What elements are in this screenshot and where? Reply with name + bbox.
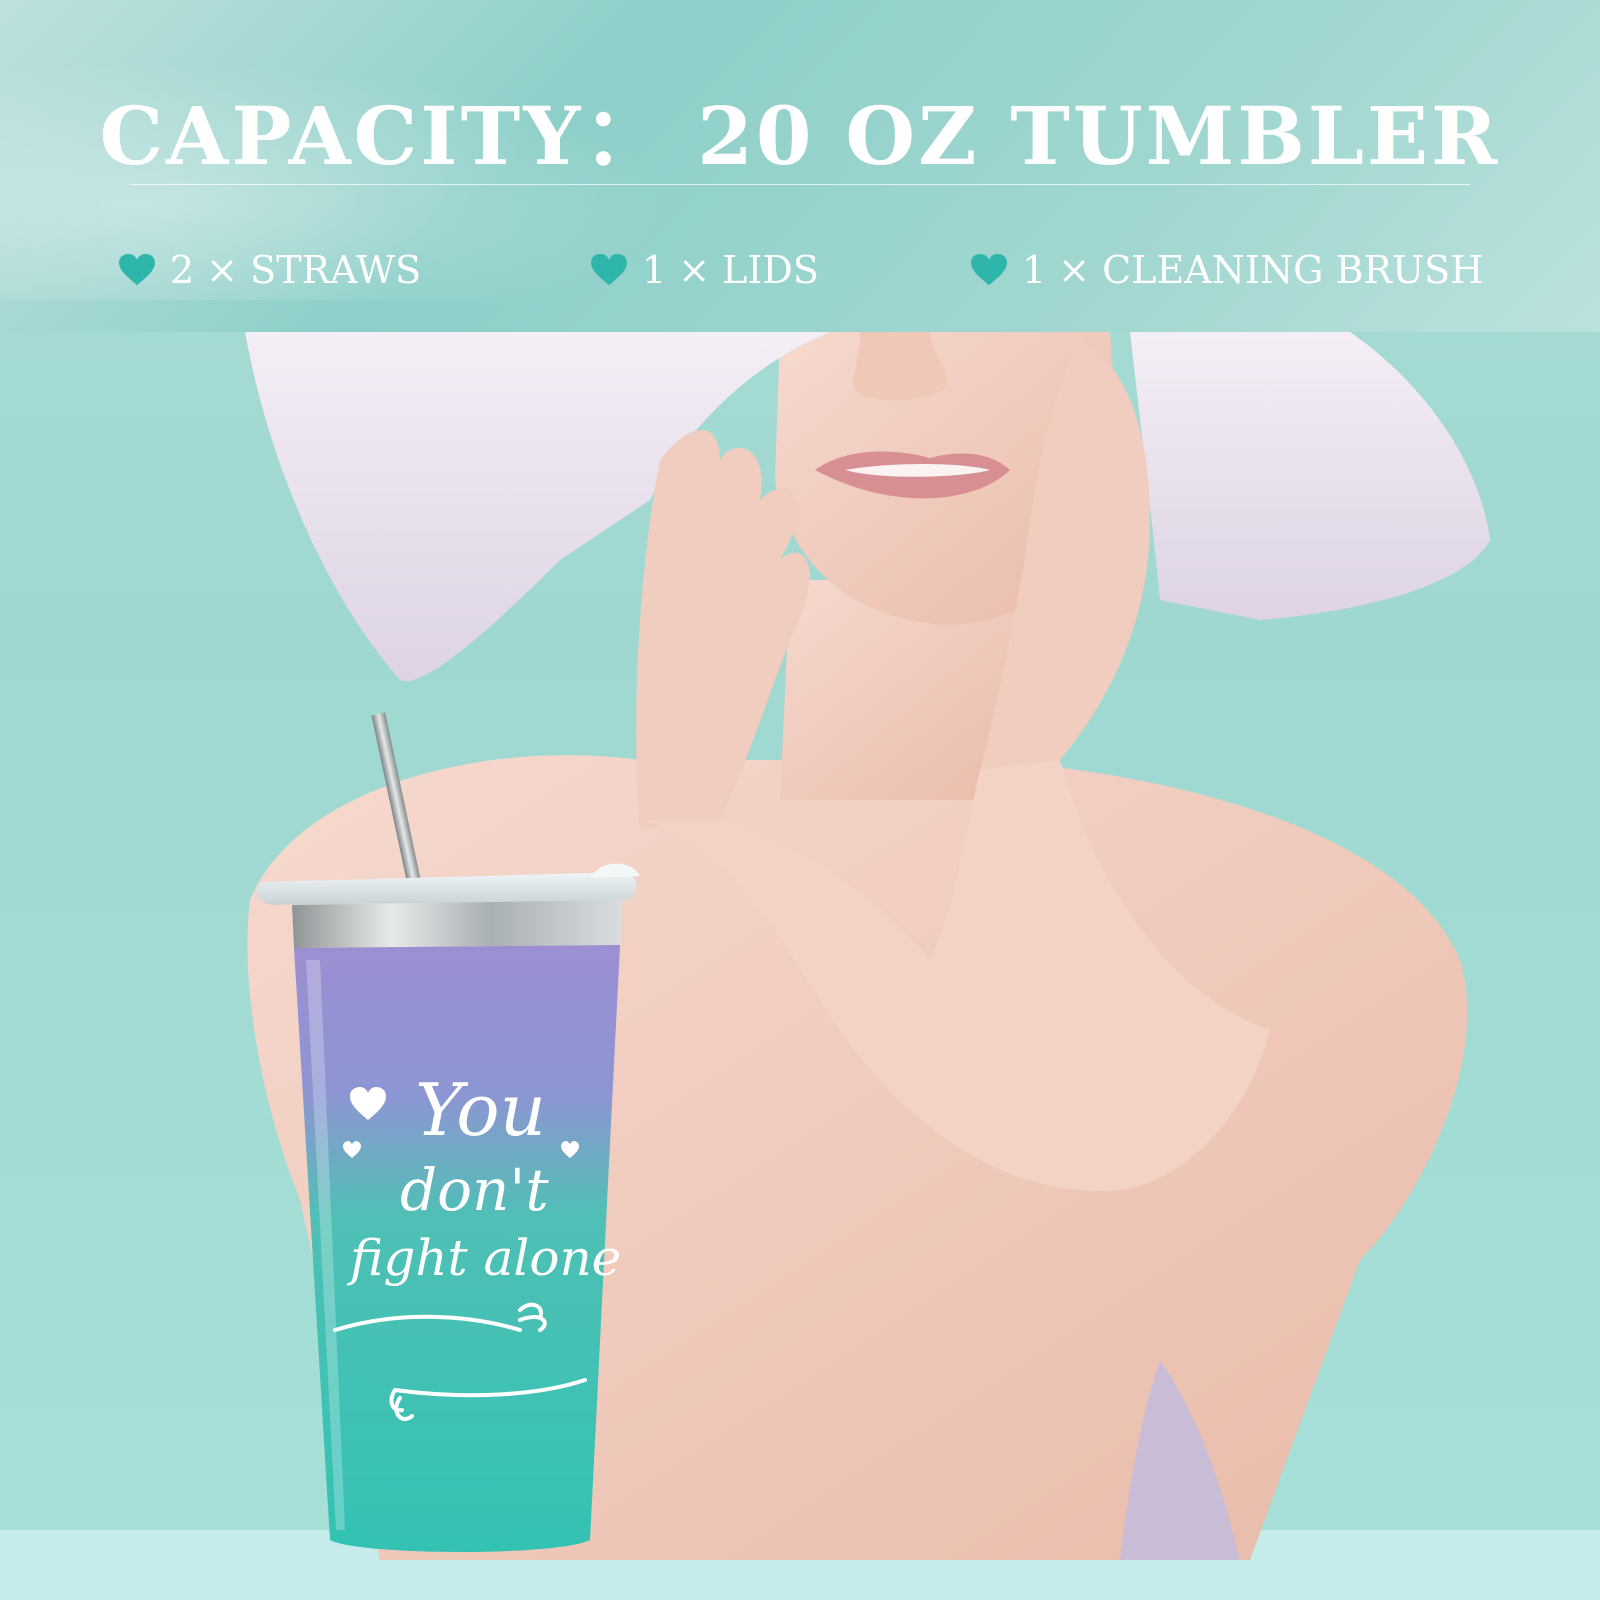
item-label: 2 × STRAWS [170, 248, 422, 292]
title-divider [130, 184, 1470, 185]
tumbler-text-line1: You [415, 1068, 546, 1152]
tumbler-text-line2: don't [400, 1156, 549, 1224]
hat-brim-right [1130, 332, 1490, 620]
page-title: CAPACITY： 20 OZ TUMBLER [99, 89, 1501, 183]
item-label: 1 × LIDS [642, 248, 819, 292]
item-label: 1 × CLEANING BRUSH [1022, 248, 1484, 292]
heart-icon [591, 253, 627, 286]
tumbler-rim [292, 900, 622, 948]
header-banner: CAPACITY： 20 OZ TUMBLER 2 × STRAWS 1 × L… [0, 0, 1600, 332]
included-item-cleaning-brush: 1 × CLEANING BRUSH [970, 245, 1483, 295]
heart-icon [119, 253, 155, 286]
model-photo: You don't fight alone [0, 332, 1600, 1600]
heart-icon [971, 253, 1007, 286]
product-scene: CAPACITY： 20 OZ TUMBLER 2 × STRAWS 1 × L… [0, 0, 1600, 1600]
tumbler-text-line3: fight alone [346, 1229, 621, 1287]
included-item-straws: 2 × STRAWS [118, 245, 421, 295]
included-item-lids: 1 × LIDS [590, 245, 819, 295]
